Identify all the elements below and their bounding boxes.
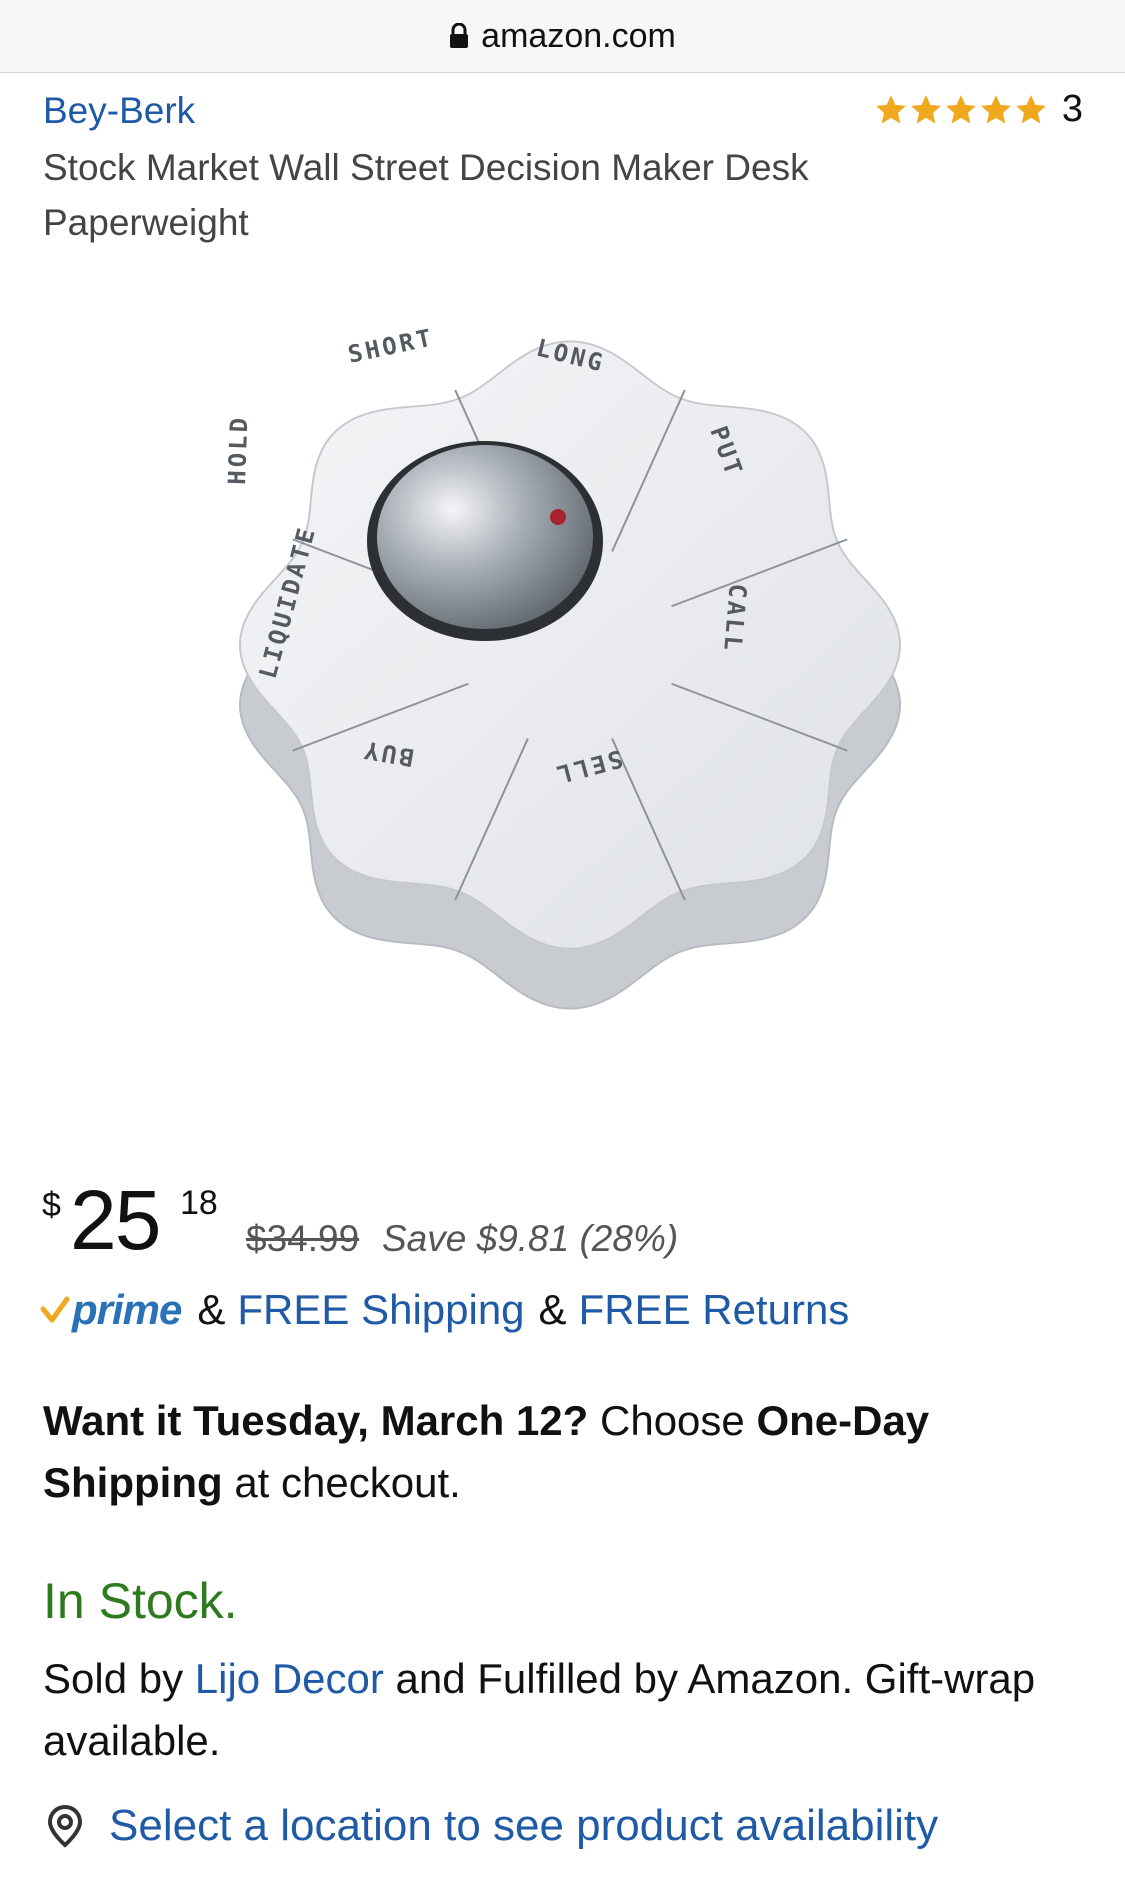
ampersand: &: [538, 1286, 567, 1333]
price-currency: $: [42, 1186, 61, 1224]
sold-by: Sold by Lijo Decor and Fulfilled by Amaz…: [43, 1648, 1083, 1772]
star-icon: [980, 94, 1011, 123]
list-price: $34.99: [246, 1218, 360, 1259]
product-title: Stock Market Wall Street Decision Maker …: [43, 147, 809, 243]
rating-count: 3: [1061, 88, 1083, 130]
product-image[interactable]: SHORT LONG PUT CALL SELL BUY LIQUIDATE H…: [150, 305, 990, 1065]
sold-by-prefix: Sold by: [43, 1655, 184, 1702]
brand-link[interactable]: Bey-Berk: [43, 90, 195, 132]
dial-knob: [377, 445, 593, 629]
star-icon: [910, 94, 941, 123]
star-icon: [875, 94, 906, 123]
location-row[interactable]: Select a location to see product availab…: [43, 1798, 938, 1854]
shipping-row: prime & FREE Shipping & FREE Returns: [40, 1280, 849, 1340]
location-pin-icon: [47, 1804, 83, 1848]
rating[interactable]: 3: [873, 88, 1083, 131]
price: $ 25 18 $34.99 Save $9.81 (28%): [42, 1173, 1082, 1267]
star-icon: [1015, 94, 1046, 123]
price-fraction: 18: [180, 1184, 218, 1222]
prime-label: prime: [72, 1286, 182, 1333]
free-shipping-link[interactable]: FREE Shipping: [237, 1286, 524, 1334]
label-hold: HOLD: [223, 414, 253, 485]
select-location-link[interactable]: Select a location to see product availab…: [109, 1801, 938, 1851]
delivery-message: Want it Tuesday, March 12? Choose One-Da…: [43, 1390, 1083, 1514]
prime-logo: prime: [40, 1286, 182, 1334]
stock-status: In Stock.: [43, 1573, 238, 1629]
delivery-date: Want it Tuesday, March 12?: [43, 1397, 589, 1444]
free-returns-link[interactable]: FREE Returns: [579, 1286, 850, 1334]
savings-text: Save $9.81 (28%): [382, 1218, 679, 1259]
prime-check-icon: [40, 1296, 70, 1323]
label-short: SHORT: [345, 323, 436, 369]
star-icon: [945, 94, 976, 123]
ampersand: &: [197, 1286, 226, 1333]
seller-link[interactable]: Lijo Decor: [195, 1655, 384, 1702]
price-whole: 25: [70, 1173, 161, 1267]
url-text: amazon.com: [481, 16, 676, 55]
delivery-suffix: at checkout.: [234, 1459, 461, 1506]
address-bar[interactable]: amazon.com: [0, 0, 1125, 73]
sold-by-suffix: and Fulfilled by Amazon. Gift-wrap avail…: [43, 1655, 1036, 1764]
delivery-choose: Choose: [600, 1397, 745, 1444]
lock-icon: [450, 23, 469, 48]
star-rating: [873, 93, 1048, 127]
